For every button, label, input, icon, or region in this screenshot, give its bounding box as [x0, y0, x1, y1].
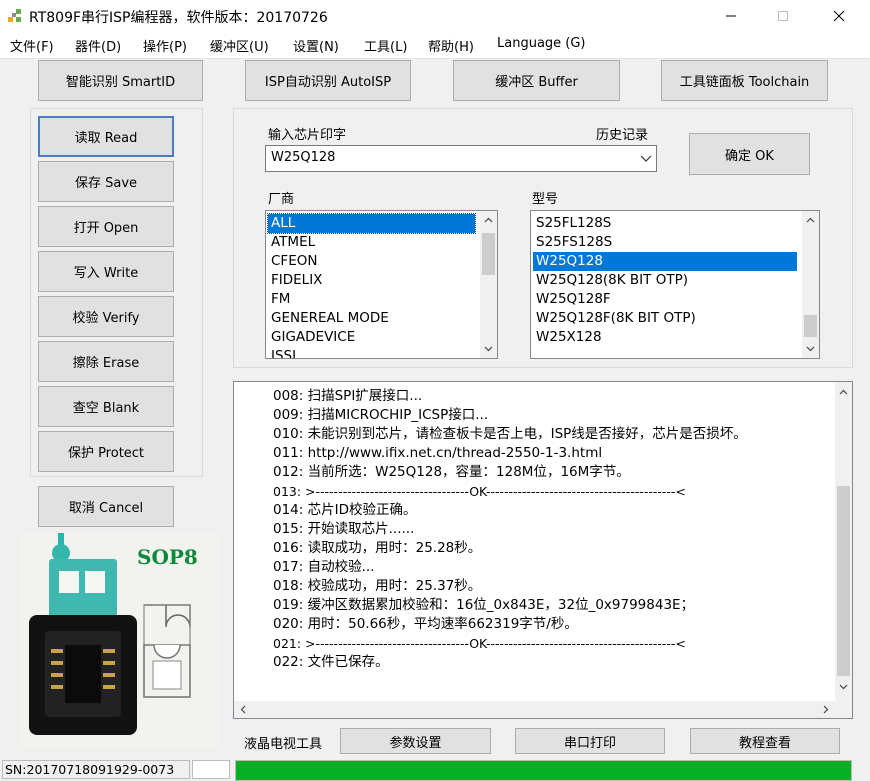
progress-bar — [235, 760, 852, 781]
log-line: 022: 文件已保存。 — [273, 654, 389, 670]
chip-input-value: W25Q128 — [271, 150, 336, 165]
scroll-left-icon[interactable] — [239, 705, 248, 714]
vendor-item[interactable]: ISSI — [268, 347, 296, 358]
vendor-item[interactable]: FM — [268, 290, 290, 309]
scroll-right-icon[interactable] — [821, 705, 830, 714]
menu-tools[interactable]: 工具(L) — [364, 36, 407, 55]
model-item[interactable]: W25X128 — [533, 328, 602, 347]
erase-button[interactable]: 擦除 Erase — [38, 341, 174, 382]
log-vscrollbar[interactable] — [835, 382, 852, 701]
model-item[interactable]: W25Q128(8K BIT OTP) — [533, 271, 688, 290]
model-scroll-thumb[interactable] — [804, 315, 817, 337]
log-line: 021: >----------------------------------… — [273, 636, 686, 651]
log-output[interactable]: 008: 扫描SPI扩展接口... 009: 扫描MICROCHIP_ICSP接… — [233, 381, 853, 719]
chevron-down-icon — [640, 155, 652, 162]
model-item[interactable]: S25FS128S — [533, 233, 612, 252]
vendor-item[interactable]: ALL — [267, 213, 476, 234]
status-field — [192, 760, 230, 779]
package-label: SOP8 — [137, 545, 198, 569]
smartid-button[interactable]: 智能识别 SmartID — [38, 60, 203, 101]
title-bar: RT809F串行ISP编程器，软件版本：20170726 — [0, 0, 870, 32]
open-button[interactable]: 打开 Open — [38, 206, 174, 247]
log-line: 010: 未能识别到芯片，请检查板卡是否上电，ISP线是否接好，芯片是否损坏。 — [273, 426, 747, 442]
toolchain-button[interactable]: 工具链面板 Toolchain — [661, 60, 828, 101]
log-line: 014: 芯片ID校验正确。 — [273, 502, 417, 518]
scroll-down-icon[interactable] — [806, 344, 815, 353]
scroll-up-icon[interactable] — [839, 388, 848, 397]
log-line: 016: 读取成功，用时：25.28秒。 — [273, 540, 482, 556]
model-item[interactable]: W25Q128F(8K BIT OTP) — [533, 309, 696, 328]
cancel-button[interactable]: 取消 Cancel — [38, 486, 174, 527]
autoisp-button[interactable]: ISP自动识别 AutoISP — [245, 60, 411, 101]
serial-print-button[interactable]: 串口打印 — [515, 728, 665, 754]
vendor-item[interactable]: FIDELIX — [268, 271, 322, 290]
menu-settings[interactable]: 设置(N) — [293, 36, 339, 55]
log-line: 008: 扫描SPI扩展接口... — [273, 388, 423, 404]
tutorial-button[interactable]: 教程查看 — [690, 728, 840, 754]
vendor-list[interactable]: ALL ATMEL CFEON FIDELIX FM GENEREAL MODE… — [265, 210, 498, 359]
vendor-scroll-thumb[interactable] — [482, 233, 495, 275]
vendor-item[interactable]: GENEREAL MODE — [268, 309, 389, 328]
scroll-down-icon[interactable] — [839, 682, 848, 691]
menu-language[interactable]: Language (G) — [497, 36, 586, 51]
maximize-icon — [778, 11, 788, 21]
vendor-scrollbar[interactable] — [480, 211, 497, 358]
menu-operation[interactable]: 操作(P) — [143, 36, 187, 55]
lcd-tv-tools-label: 液晶电视工具 — [244, 737, 323, 752]
chip-input-label: 输入芯片印字 — [268, 128, 347, 143]
model-list[interactable]: S25FL128S S25FS128S W25Q128 W25Q128(8K B… — [530, 210, 820, 359]
model-item[interactable]: W25Q128 — [533, 252, 797, 271]
model-item[interactable]: S25FL128S — [533, 214, 611, 233]
buffer-button[interactable]: 缓冲区 Buffer — [453, 60, 620, 101]
protect-button[interactable]: 保护 Protect — [38, 431, 174, 472]
log-line: 020: 用时：50.66秒，平均速率662319字节/秒。 — [273, 616, 578, 632]
close-button[interactable] — [816, 0, 862, 32]
log-line: 018: 校验成功，用时：25.37秒。 — [273, 578, 482, 594]
close-icon — [833, 10, 845, 22]
vendor-item[interactable]: CFEON — [268, 252, 317, 271]
serial-number: SN:20170718091929-0073 — [5, 762, 175, 777]
model-item[interactable]: W25Q128F — [533, 290, 611, 309]
status-bar: SN:20170718091929-0073 — [0, 758, 232, 781]
verify-button[interactable]: 校验 Verify — [38, 296, 174, 337]
log-line: 013: >----------------------------------… — [273, 484, 686, 499]
blank-button[interactable]: 查空 Blank — [38, 386, 174, 427]
minimize-icon — [726, 15, 736, 17]
chip-input-combo[interactable]: W25Q128 — [265, 145, 657, 172]
log-line: 017: 自动校验... — [273, 559, 375, 575]
serial-number-field: SN:20170718091929-0073 — [2, 760, 190, 779]
log-line: 012: 当前所选：W25Q128，容量：128M位，16M字节。 — [273, 464, 630, 480]
scroll-down-icon[interactable] — [484, 344, 493, 353]
write-button[interactable]: 写入 Write — [38, 251, 174, 292]
model-scrollbar[interactable] — [802, 211, 819, 358]
log-hscrollbar[interactable] — [234, 701, 852, 718]
scroll-up-icon[interactable] — [806, 216, 815, 225]
chip-preview-image: SOP8 — [19, 533, 219, 748]
menu-device[interactable]: 器件(D) — [75, 36, 121, 55]
read-button[interactable]: 读取 Read — [38, 116, 174, 157]
confirm-ok-button[interactable]: 确定 OK — [689, 133, 810, 175]
log-line: 009: 扫描MICROCHIP_ICSP接口... — [273, 407, 489, 423]
params-button[interactable]: 参数设置 — [340, 728, 491, 754]
maximize-button[interactable] — [760, 0, 806, 32]
save-button[interactable]: 保存 Save — [38, 161, 174, 202]
menu-help[interactable]: 帮助(H) — [428, 36, 474, 55]
minimize-button[interactable] — [708, 0, 754, 32]
menu-file[interactable]: 文件(F) — [10, 36, 54, 55]
log-line: 015: 开始读取芯片...... — [273, 521, 415, 537]
log-scroll-thumb[interactable] — [837, 486, 850, 676]
vendor-item[interactable]: GIGADEVICE — [268, 328, 355, 347]
model-label: 型号 — [532, 192, 559, 207]
scroll-up-icon[interactable] — [484, 216, 493, 225]
vendor-item[interactable]: ATMEL — [268, 233, 315, 252]
vendor-label: 厂商 — [268, 192, 295, 207]
progress-fill — [236, 761, 851, 780]
window-title: RT809F串行ISP编程器，软件版本：20170726 — [29, 10, 328, 26]
menu-buffer[interactable]: 缓冲区(U) — [210, 36, 269, 55]
history-label: 历史记录 — [596, 128, 649, 143]
log-line: 019: 缓冲区数据累加校验和：16位_0x843E，32位_0x9799843… — [273, 597, 695, 613]
app-icon — [8, 9, 21, 22]
log-line: 011: http://www.ifix.net.cn/thread-2550-… — [273, 445, 603, 461]
menu-bar: 文件(F) 器件(D) 操作(P) 缓冲区(U) 设置(N) 工具(L) 帮助(… — [0, 32, 870, 58]
